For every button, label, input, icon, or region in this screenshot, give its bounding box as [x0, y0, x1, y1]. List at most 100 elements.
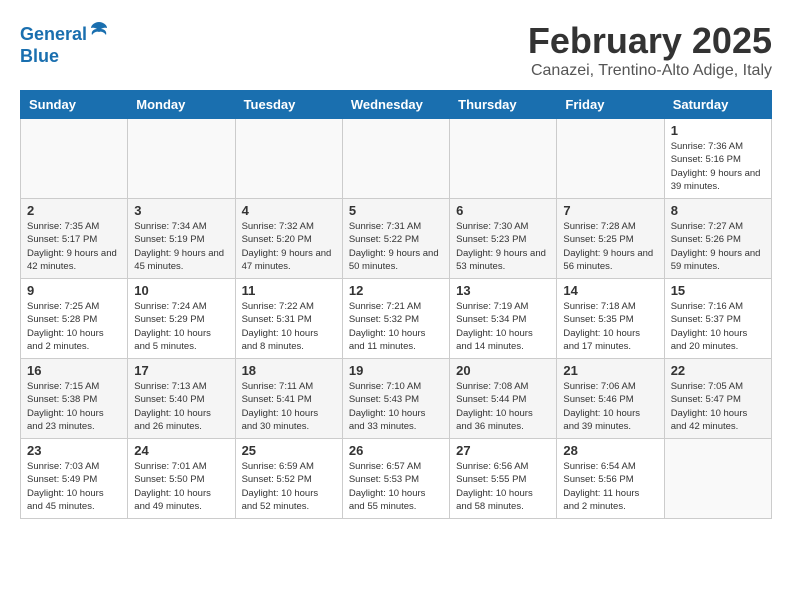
- calendar-cell: 14 Sunrise: 7:18 AM Sunset: 5:35 PM Dayli…: [557, 279, 664, 359]
- day-info: Sunrise: 7:27 AM Sunset: 5:26 PM Dayligh…: [671, 220, 765, 273]
- day-number: 14: [563, 283, 657, 298]
- day-info: Sunrise: 6:56 AM Sunset: 5:55 PM Dayligh…: [456, 460, 550, 513]
- calendar-cell: 21Sunrise: 7:06 AM Sunset: 5:46 PM Dayli…: [557, 359, 664, 439]
- page-header: General Blue February 2025 Canazei, Tren…: [20, 20, 772, 80]
- weekday-header-wednesday: Wednesday: [342, 91, 449, 119]
- day-number: 6: [456, 203, 550, 218]
- calendar-cell: [664, 439, 771, 519]
- day-number: 28: [563, 443, 657, 458]
- day-number: 8: [671, 203, 765, 218]
- logo-bird-icon: [89, 20, 109, 40]
- day-info: Sunrise: 7:15 AM Sunset: 5:38 PM Dayligh…: [27, 380, 121, 433]
- day-number: 24: [134, 443, 228, 458]
- day-info: Sunrise: 7:35 AM Sunset: 5:17 PM Dayligh…: [27, 220, 121, 273]
- title-area: February 2025 Canazei, Trentino-Alto Adi…: [528, 20, 772, 80]
- logo: General Blue: [20, 20, 109, 67]
- day-info: Sunrise: 7:21 AM Sunset: 5:32 PM Dayligh…: [349, 300, 443, 353]
- calendar-cell: [450, 119, 557, 199]
- month-title: February 2025: [528, 20, 772, 62]
- calendar-week-row: 23 Sunrise: 7:03 AM Sunset: 5:49 PM Dayli…: [21, 439, 772, 519]
- day-info: Sunrise: 7:31 AM Sunset: 5:22 PM Dayligh…: [349, 220, 443, 273]
- day-info: Sunrise: 7:28 AM Sunset: 5:25 PM Dayligh…: [563, 220, 657, 273]
- calendar-cell: 25 Sunrise: 6:59 AM Sunset: 5:52 PM Dayli…: [235, 439, 342, 519]
- calendar-table: SundayMondayTuesdayWednesdayThursdayFrid…: [20, 90, 772, 519]
- day-info: Sunrise: 7:16 AM Sunset: 5:37 PM Dayligh…: [671, 300, 765, 353]
- calendar-cell: 11 Sunrise: 7:22 AM Sunset: 5:31 PM Dayli…: [235, 279, 342, 359]
- calendar-cell: 22 Sunrise: 7:05 AM Sunset: 5:47 PM Dayli…: [664, 359, 771, 439]
- day-number: 25: [242, 443, 336, 458]
- calendar-week-row: 16 Sunrise: 7:15 AM Sunset: 5:38 PM Dayli…: [21, 359, 772, 439]
- day-number: 26: [349, 443, 443, 458]
- logo-blue: Blue: [20, 46, 59, 66]
- calendar-cell: 7Sunrise: 7:28 AM Sunset: 5:25 PM Daylig…: [557, 199, 664, 279]
- day-info: Sunrise: 6:54 AM Sunset: 5:56 PM Dayligh…: [563, 460, 657, 513]
- day-number: 22: [671, 363, 765, 378]
- calendar-cell: [21, 119, 128, 199]
- calendar-cell: 10 Sunrise: 7:24 AM Sunset: 5:29 PM Dayli…: [128, 279, 235, 359]
- day-number: 18: [242, 363, 336, 378]
- weekday-header-tuesday: Tuesday: [235, 91, 342, 119]
- day-number: 5: [349, 203, 443, 218]
- day-info: Sunrise: 7:24 AM Sunset: 5:29 PM Dayligh…: [134, 300, 228, 353]
- calendar-cell: 24 Sunrise: 7:01 AM Sunset: 5:50 PM Dayli…: [128, 439, 235, 519]
- day-number: 16: [27, 363, 121, 378]
- day-info: Sunrise: 7:11 AM Sunset: 5:41 PM Dayligh…: [242, 380, 336, 433]
- logo-general: General: [20, 24, 87, 44]
- calendar-cell: 6 Sunrise: 7:30 AM Sunset: 5:23 PM Daylig…: [450, 199, 557, 279]
- day-info: Sunrise: 6:57 AM Sunset: 5:53 PM Dayligh…: [349, 460, 443, 513]
- calendar-cell: 4 Sunrise: 7:32 AM Sunset: 5:20 PM Daylig…: [235, 199, 342, 279]
- day-number: 1: [671, 123, 765, 138]
- weekday-header-row: SundayMondayTuesdayWednesdayThursdayFrid…: [21, 91, 772, 119]
- day-info: Sunrise: 7:34 AM Sunset: 5:19 PM Dayligh…: [134, 220, 228, 273]
- weekday-header-thursday: Thursday: [450, 91, 557, 119]
- day-info: Sunrise: 7:13 AM Sunset: 5:40 PM Dayligh…: [134, 380, 228, 433]
- day-number: 17: [134, 363, 228, 378]
- day-number: 4: [242, 203, 336, 218]
- calendar-cell: 1Sunrise: 7:36 AM Sunset: 5:16 PM Daylig…: [664, 119, 771, 199]
- day-info: Sunrise: 7:03 AM Sunset: 5:49 PM Dayligh…: [27, 460, 121, 513]
- day-number: 11: [242, 283, 336, 298]
- calendar-cell: 18 Sunrise: 7:11 AM Sunset: 5:41 PM Dayli…: [235, 359, 342, 439]
- day-number: 3: [134, 203, 228, 218]
- calendar-cell: 28 Sunrise: 6:54 AM Sunset: 5:56 PM Dayli…: [557, 439, 664, 519]
- calendar-cell: 16 Sunrise: 7:15 AM Sunset: 5:38 PM Dayli…: [21, 359, 128, 439]
- location-title: Canazei, Trentino-Alto Adige, Italy: [528, 62, 772, 80]
- day-info: Sunrise: 7:08 AM Sunset: 5:44 PM Dayligh…: [456, 380, 550, 433]
- day-number: 13: [456, 283, 550, 298]
- calendar-cell: 3 Sunrise: 7:34 AM Sunset: 5:19 PM Daylig…: [128, 199, 235, 279]
- day-info: Sunrise: 7:10 AM Sunset: 5:43 PM Dayligh…: [349, 380, 443, 433]
- calendar-cell: 13 Sunrise: 7:19 AM Sunset: 5:34 PM Dayli…: [450, 279, 557, 359]
- calendar-cell: 5 Sunrise: 7:31 AM Sunset: 5:22 PM Daylig…: [342, 199, 449, 279]
- calendar-week-row: 1Sunrise: 7:36 AM Sunset: 5:16 PM Daylig…: [21, 119, 772, 199]
- day-number: 2: [27, 203, 121, 218]
- day-number: 23: [27, 443, 121, 458]
- day-info: Sunrise: 7:18 AM Sunset: 5:35 PM Dayligh…: [563, 300, 657, 353]
- calendar-cell: [235, 119, 342, 199]
- calendar-week-row: 9Sunrise: 7:25 AM Sunset: 5:28 PM Daylig…: [21, 279, 772, 359]
- calendar-cell: 8 Sunrise: 7:27 AM Sunset: 5:26 PM Daylig…: [664, 199, 771, 279]
- calendar-cell: 26 Sunrise: 6:57 AM Sunset: 5:53 PM Dayli…: [342, 439, 449, 519]
- day-info: Sunrise: 7:19 AM Sunset: 5:34 PM Dayligh…: [456, 300, 550, 353]
- day-info: Sunrise: 7:30 AM Sunset: 5:23 PM Dayligh…: [456, 220, 550, 273]
- day-info: Sunrise: 6:59 AM Sunset: 5:52 PM Dayligh…: [242, 460, 336, 513]
- calendar-cell: 27 Sunrise: 6:56 AM Sunset: 5:55 PM Dayli…: [450, 439, 557, 519]
- day-number: 19: [349, 363, 443, 378]
- day-info: Sunrise: 7:01 AM Sunset: 5:50 PM Dayligh…: [134, 460, 228, 513]
- calendar-week-row: 2 Sunrise: 7:35 AM Sunset: 5:17 PM Daylig…: [21, 199, 772, 279]
- day-number: 21: [563, 363, 657, 378]
- calendar-cell: [557, 119, 664, 199]
- day-number: 9: [27, 283, 121, 298]
- calendar-cell: 17 Sunrise: 7:13 AM Sunset: 5:40 PM Dayli…: [128, 359, 235, 439]
- day-number: 27: [456, 443, 550, 458]
- calendar-cell: 2 Sunrise: 7:35 AM Sunset: 5:17 PM Daylig…: [21, 199, 128, 279]
- day-info: Sunrise: 7:05 AM Sunset: 5:47 PM Dayligh…: [671, 380, 765, 433]
- day-info: Sunrise: 7:22 AM Sunset: 5:31 PM Dayligh…: [242, 300, 336, 353]
- day-number: 10: [134, 283, 228, 298]
- calendar-cell: 12Sunrise: 7:21 AM Sunset: 5:32 PM Dayli…: [342, 279, 449, 359]
- calendar-cell: 19 Sunrise: 7:10 AM Sunset: 5:43 PM Dayli…: [342, 359, 449, 439]
- calendar-cell: [342, 119, 449, 199]
- day-info: Sunrise: 7:32 AM Sunset: 5:20 PM Dayligh…: [242, 220, 336, 273]
- day-number: 15: [671, 283, 765, 298]
- calendar-cell: 23 Sunrise: 7:03 AM Sunset: 5:49 PM Dayli…: [21, 439, 128, 519]
- weekday-header-monday: Monday: [128, 91, 235, 119]
